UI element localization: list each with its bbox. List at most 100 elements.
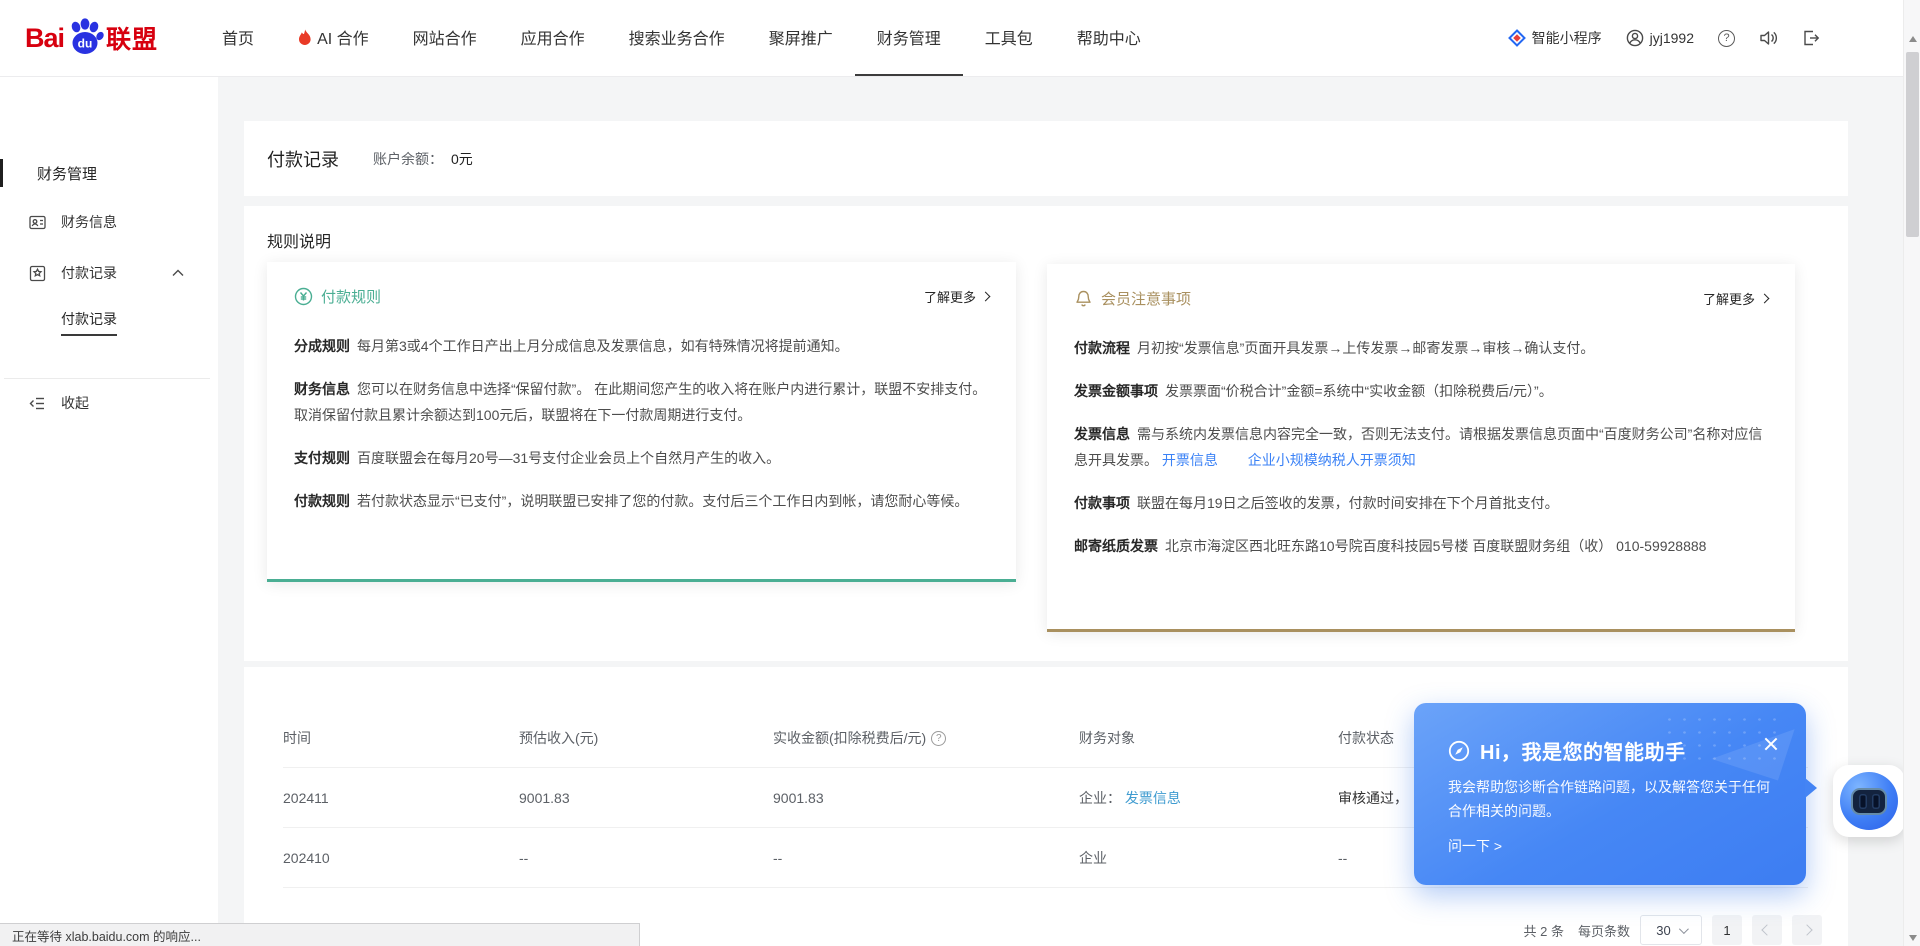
- flame-icon: [298, 29, 312, 46]
- browser-status-bubble: 正在等待 xlab.baidu.com 的响应...: [0, 923, 640, 946]
- assistant-ask-link[interactable]: 问一下 >: [1448, 836, 1502, 856]
- payment-records-header-card: 付款记录 账户余额： 0元: [244, 121, 1848, 196]
- prev-page-button[interactable]: [1752, 915, 1782, 945]
- chevron-up-icon: [172, 269, 184, 277]
- col-header-payment-status: 付款状态: [1338, 708, 1394, 768]
- cell-payment-status: 审核通过，: [1338, 768, 1408, 828]
- assistant-popup: Hi，我是您的智能助手 我会帮助您诊断合作链路问题，以及解答您关于任何合作相关的…: [1414, 703, 1806, 885]
- per-page-label: 每页条数: [1578, 921, 1630, 940]
- sidebar-item-finance-info[interactable]: 财务信息: [0, 208, 218, 236]
- sidebar-divider: [4, 378, 210, 379]
- cell-finance-object: 企业: [1079, 828, 1107, 888]
- collapse-icon: [28, 394, 47, 413]
- member-notes-more-link[interactable]: 了解更多: [1703, 289, 1768, 308]
- logo-union-text: 联盟: [106, 20, 158, 56]
- rule-item: 邮寄纸质发票北京市海淀区西北旺东路10号院百度科技园5号楼 百度联盟财务组（收）…: [1074, 533, 1768, 559]
- nav-item-search-cooperation[interactable]: 搜索业务合作: [607, 0, 747, 76]
- speaker-icon: [1759, 29, 1778, 47]
- question-mark-icon[interactable]: ?: [931, 731, 946, 746]
- payment-records-icon: [28, 264, 47, 283]
- nav-item-home[interactable]: 首页: [200, 0, 276, 76]
- logo-bai-text: Bai: [25, 23, 64, 54]
- small-taxpayer-guide-link[interactable]: 企业小规模纳税人开票须知: [1248, 452, 1416, 468]
- chevron-right-icon: [981, 292, 991, 302]
- next-page-button[interactable]: [1792, 915, 1822, 945]
- assistant-message: 我会帮助您诊断合作链路问题，以及解答您关于任何合作相关的问题。: [1448, 775, 1776, 823]
- nav-item-screen-promotion[interactable]: 聚屏推广: [747, 0, 855, 76]
- scrollbar-thumb[interactable]: [1906, 52, 1919, 237]
- assistant-title: Hi，我是您的智能助手: [1480, 736, 1686, 765]
- cell-payment-status: --: [1338, 828, 1347, 888]
- sidebar-item-payment-records[interactable]: 付款记录: [0, 259, 218, 287]
- rule-item: 付款事项联盟在每月19日之后签收的发票，付款时间安排在下个月首批支付。: [1074, 490, 1768, 516]
- robot-icon: [1840, 772, 1898, 830]
- col-header-finance-object: 财务对象: [1079, 708, 1135, 768]
- rule-item: 财务信息您可以在财务信息中选择“保留付款”。 在此期间您产生的收入将在账户内进行…: [294, 376, 989, 428]
- primary-nav: 首页 AI 合作 网站合作 应用合作 搜索业务合作 聚屏推广 财务管理 工具包 …: [200, 0, 1163, 76]
- triangle-down-icon: [1909, 935, 1917, 941]
- invoice-info-link[interactable]: 开票信息: [1162, 452, 1218, 468]
- sidebar: 财务管理 财务信息 付款记录 付款记录 收起: [0, 77, 218, 946]
- sidebar-title-finance-management[interactable]: 财务管理: [0, 159, 218, 187]
- payment-rules-box: 付款规则 了解更多 分成规则每月第3或4个工作日产出上月分成信息及发票信息，如有…: [267, 262, 1016, 582]
- popup-arrow: [1805, 778, 1817, 798]
- triangle-up-icon: [1909, 36, 1917, 42]
- paper-plane-decoration: [1711, 708, 1794, 781]
- balance-value: 0元: [451, 149, 473, 169]
- per-page-select[interactable]: 30: [1640, 915, 1702, 945]
- col-header-estimated-income: 预估收入(元): [519, 708, 598, 768]
- member-notes-box: 会员注意事项 了解更多 付款流程月初按“发票信息”页面开具发票→上传发票→邮寄发…: [1047, 264, 1795, 632]
- pagination: 共 2 条 每页条数 30 1: [1524, 915, 1822, 945]
- payment-rules-title: 付款规则: [321, 286, 381, 307]
- baidu-paw-icon: du: [65, 16, 105, 56]
- nav-item-ai-cooperation[interactable]: AI 合作: [276, 0, 391, 76]
- rule-item: 分成规则每月第3或4个工作日产出上月分成信息及发票信息，如有特殊情况将提前通知。: [294, 333, 989, 359]
- rule-item: 付款规则若付款状态显示“已支付”，说明联盟已安排了您的付款。支付后三个工作日内到…: [294, 488, 989, 514]
- bell-icon: [1074, 289, 1093, 308]
- assistant-robot-avatar[interactable]: [1833, 765, 1905, 837]
- svg-text:du: du: [78, 37, 93, 51]
- status-text: 正在等待 xlab.baidu.com 的响应...: [12, 926, 201, 945]
- vertical-scrollbar[interactable]: [1903, 0, 1920, 946]
- page-button-1[interactable]: 1: [1712, 915, 1742, 945]
- cell-received: --: [773, 828, 782, 888]
- rule-item: 支付规则百度联盟会在每月20号—31号支付企业会员上个自然月产生的收入。: [294, 445, 989, 471]
- col-header-received-amount: 实收金额(扣除税费后/元) ?: [773, 708, 946, 768]
- sidebar-subitem-payment-records[interactable]: 付款记录: [61, 308, 117, 336]
- user-account[interactable]: jyj1992: [1626, 29, 1694, 47]
- close-icon[interactable]: [1762, 735, 1780, 753]
- cell-received: 9001.83: [773, 768, 824, 828]
- cell-finance-object: 企业： 发票信息: [1079, 768, 1181, 828]
- invoice-info-table-link[interactable]: 发票信息: [1125, 788, 1181, 808]
- baidu-union-logo[interactable]: Bai du 联盟: [25, 18, 158, 58]
- balance-label: 账户余额：: [373, 149, 443, 169]
- sidebar-collapse-button[interactable]: 收起: [0, 389, 218, 417]
- logout-button[interactable]: [1802, 29, 1820, 47]
- rule-item: 发票金额事项发票票面“价税合计”金额=系统中“实收金额（扣除税费后/元）”。: [1074, 378, 1768, 404]
- scroll-up-button[interactable]: [1904, 30, 1920, 47]
- rule-item: 付款流程月初按“发票信息”页面开具发票→上传发票→邮寄发票→审核→确认支付。: [1074, 335, 1768, 361]
- rules-section-title: 规则说明: [267, 228, 331, 252]
- payment-rules-more-link[interactable]: 了解更多: [924, 287, 989, 306]
- top-navigation-bar: Bai du 联盟 首页 AI 合作 网站合作 应用合作 搜索业务合作 聚屏推广…: [0, 0, 1920, 77]
- cell-estimated: 9001.83: [519, 768, 570, 828]
- help-button[interactable]: ?: [1718, 30, 1735, 47]
- cell-time: 202411: [283, 768, 329, 828]
- nav-item-website-cooperation[interactable]: 网站合作: [391, 0, 499, 76]
- chevron-down-icon: [1679, 924, 1689, 934]
- announcement-button[interactable]: [1759, 29, 1778, 47]
- nav-item-help-center[interactable]: 帮助中心: [1055, 0, 1163, 76]
- coin-icon: [294, 287, 313, 306]
- topbar-right-group: 智能小程序 jyj1992 ?: [1508, 28, 1820, 48]
- finance-info-icon: [28, 213, 47, 232]
- nav-item-finance-management[interactable]: 财务管理: [855, 0, 963, 76]
- col-header-time: 时间: [283, 708, 311, 768]
- nav-item-app-cooperation[interactable]: 应用合作: [499, 0, 607, 76]
- member-notes-title: 会员注意事项: [1101, 288, 1191, 309]
- scroll-down-button[interactable]: [1904, 929, 1920, 946]
- logout-icon: [1802, 29, 1820, 47]
- nav-item-toolkit[interactable]: 工具包: [963, 0, 1055, 76]
- chevron-right-icon: [1760, 294, 1770, 304]
- cell-time: 202410: [283, 828, 330, 888]
- mini-program-entry[interactable]: 智能小程序: [1508, 28, 1602, 48]
